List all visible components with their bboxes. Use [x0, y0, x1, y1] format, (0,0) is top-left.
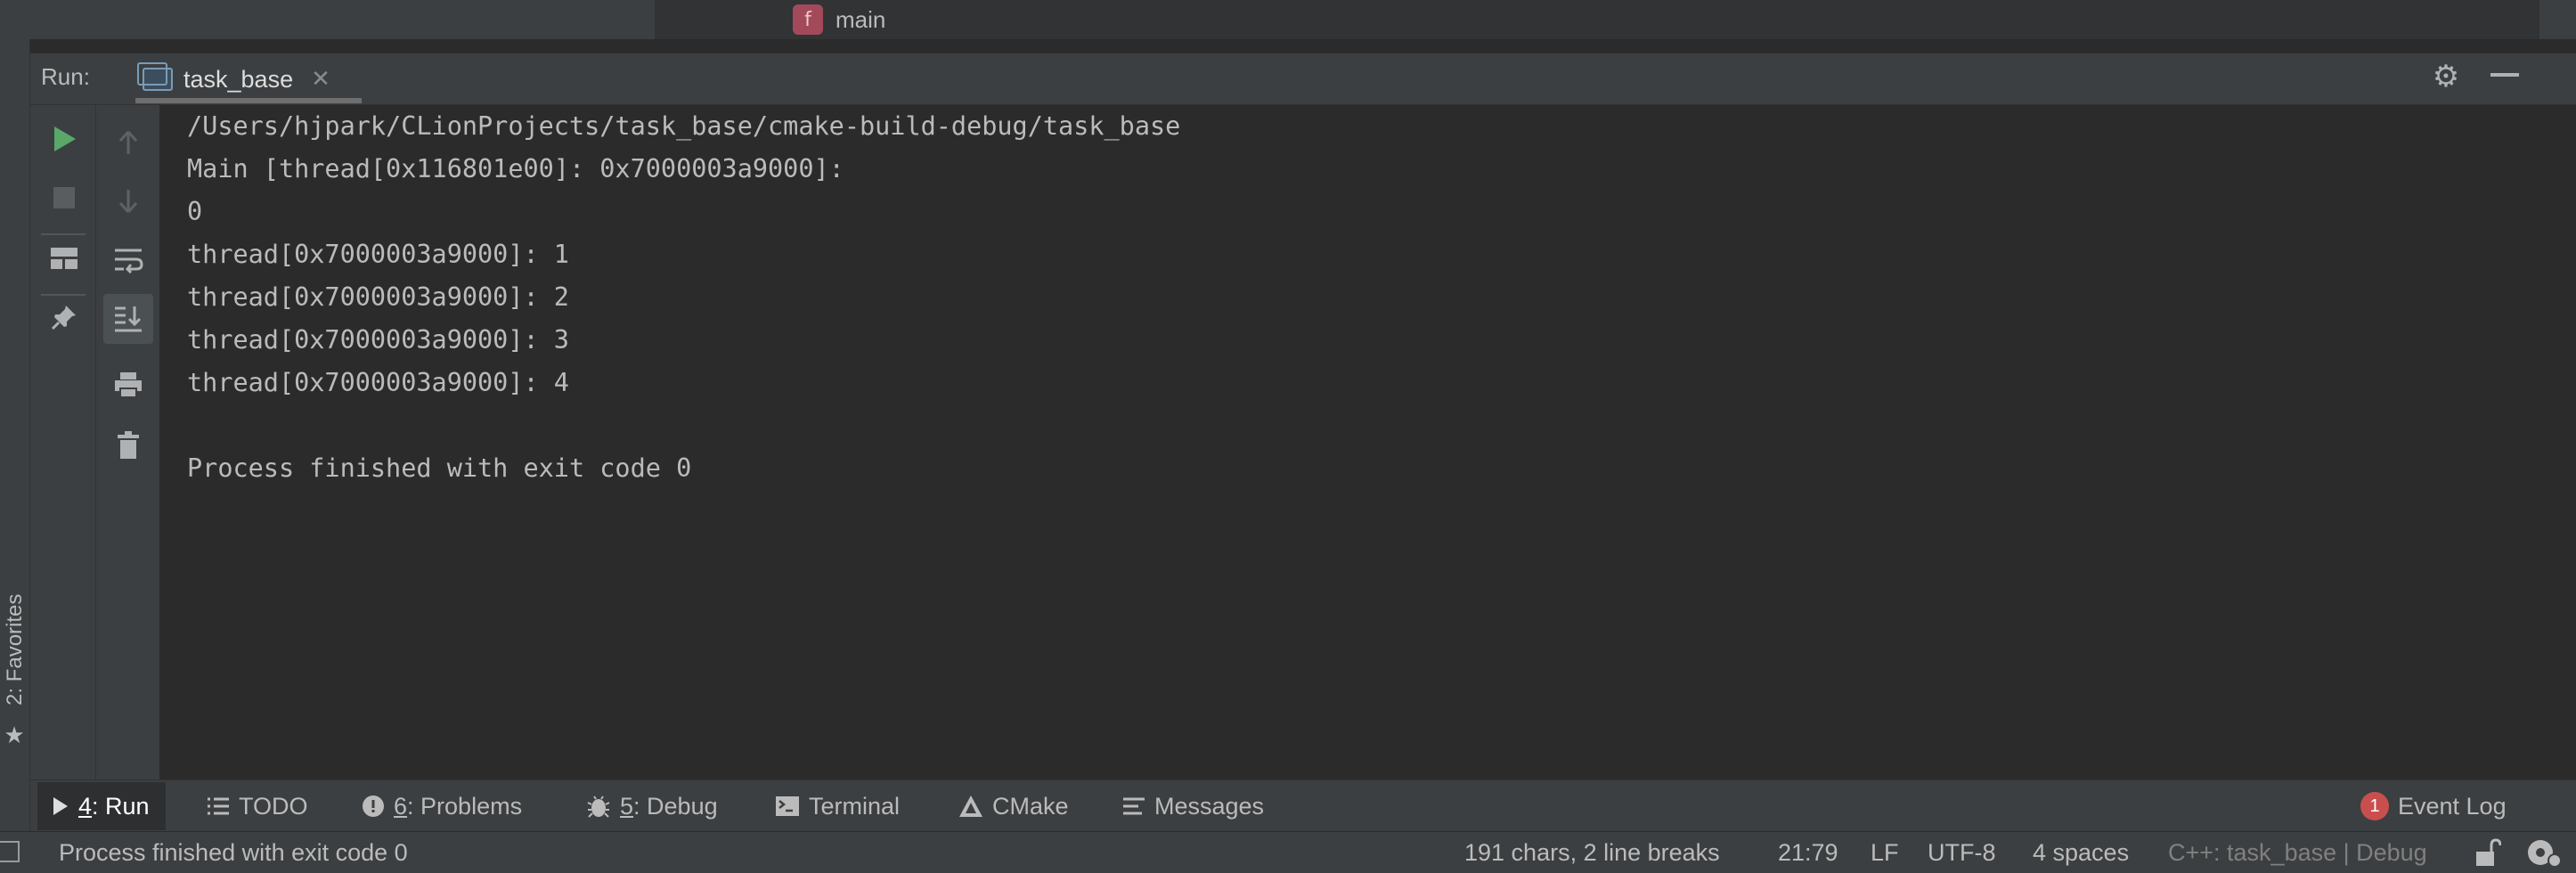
toolbar-separator: [41, 233, 86, 235]
function-icon: f: [793, 4, 823, 35]
run-actions-toolbar: [30, 105, 96, 779]
tab-event-log-label: Event Log: [2398, 792, 2507, 820]
messages-icon: [1123, 797, 1145, 815]
tab-run[interactable]: 4: Run: [37, 782, 166, 830]
tab-todo[interactable]: TODO: [207, 782, 308, 830]
tab-todo-label: TODO: [239, 792, 308, 820]
layout-button[interactable]: [45, 239, 84, 278]
status-caret-position[interactable]: 21:79: [1778, 832, 1838, 873]
tool-windows-toggle-icon[interactable]: [0, 841, 20, 862]
up-arrow-icon: [118, 130, 138, 154]
console-line-exit: Process finished with exit code 0: [187, 453, 692, 483]
scroll-to-end-button[interactable]: [103, 294, 153, 344]
favorites-tool-button[interactable]: 2: Favorites: [0, 594, 30, 706]
pin-tab-button[interactable]: [45, 298, 84, 337]
breadcrumb-function-label: main: [836, 5, 886, 33]
previous-occurrence-button[interactable]: [109, 123, 148, 162]
editor-right-pane-strip: [656, 0, 2539, 39]
editor-left-pane-strip: [0, 0, 656, 39]
stop-button[interactable]: [45, 178, 84, 217]
tab-messages-label: Messages: [1154, 792, 1265, 820]
pin-icon: [51, 306, 76, 330]
console-line: /Users/hjpark/CLionProjects/task_base/cm…: [187, 111, 1181, 141]
inspector-icon[interactable]: [2526, 837, 2562, 868]
stop-icon: [53, 187, 75, 208]
toolbar-separator: [41, 294, 86, 296]
console-line: 0: [187, 197, 203, 226]
bug-icon: [587, 795, 610, 818]
left-tool-strip: [0, 39, 30, 836]
scroll-to-end-icon: [115, 306, 142, 332]
event-log-count-badge: 1: [2360, 792, 2389, 820]
rerun-button[interactable]: [45, 119, 84, 159]
tab-debug-label: : Debug: [633, 792, 718, 820]
console-line: thread[0x7000003a9000]: 2: [187, 282, 569, 312]
info-icon: [363, 795, 384, 817]
run-icon: [54, 126, 76, 151]
terminal-icon: [776, 796, 799, 816]
console-line: thread[0x7000003a9000]: 3: [187, 325, 569, 355]
print-icon: [115, 372, 142, 398]
console-actions-toolbar: [96, 105, 160, 779]
tab-messages[interactable]: Messages: [1122, 782, 1264, 830]
print-button[interactable]: [109, 365, 148, 404]
tab-cmake-label: CMake: [992, 792, 1069, 820]
run-tab-label: task_base: [183, 65, 294, 93]
tab-terminal-label: Terminal: [809, 792, 901, 820]
run-tab-task-base[interactable]: task_base ✕: [132, 55, 362, 103]
tab-terminal[interactable]: Terminal: [775, 782, 900, 830]
console-line: thread[0x7000003a9000]: 1: [187, 240, 569, 269]
tab-debug[interactable]: 5: Debug: [586, 782, 718, 830]
list-icon: [208, 797, 229, 815]
tab-run-label: : Run: [92, 792, 150, 820]
close-icon[interactable]: ✕: [311, 66, 330, 93]
trash-icon: [118, 431, 139, 459]
breadcrumb-function[interactable]: f main: [793, 4, 885, 36]
status-context[interactable]: C++: task_base | Debug: [2168, 832, 2427, 873]
layout-icon: [51, 248, 77, 269]
gear-icon[interactable]: ⚙: [2428, 59, 2464, 94]
console-icon: [137, 62, 173, 91]
tab-cmake[interactable]: CMake: [958, 782, 1069, 830]
cmake-icon: [959, 795, 982, 817]
play-icon: [53, 797, 68, 815]
console-line: Main [thread[0x116801e00]: 0x7000003a900…: [187, 154, 844, 184]
clear-all-button[interactable]: [109, 426, 148, 465]
run-window-header: [30, 53, 2576, 105]
soft-wrap-icon: [115, 249, 143, 273]
tab-run-number: 4: [78, 792, 93, 820]
active-tab-indicator: [135, 98, 362, 103]
star-icon: ★: [4, 722, 25, 749]
next-occurrence-button[interactable]: [109, 182, 148, 221]
status-encoding[interactable]: UTF-8: [1928, 832, 1996, 873]
editor-scroll-edge: [2539, 0, 2576, 39]
tab-event-log[interactable]: 1 Event Log: [2360, 782, 2507, 830]
tab-problems-number: 6: [394, 792, 408, 820]
status-selection-info: 191 chars, 2 line breaks: [1464, 838, 1720, 866]
lock-icon[interactable]: [2474, 837, 2502, 868]
tab-problems[interactable]: 6: Problems: [362, 782, 522, 830]
console-line: thread[0x7000003a9000]: 4: [187, 368, 569, 397]
status-message[interactable]: Process finished with exit code 0: [59, 832, 408, 873]
soft-wrap-button[interactable]: [109, 241, 148, 280]
run-window-label: Run:: [41, 62, 90, 90]
tab-problems-label: : Problems: [407, 792, 523, 820]
console-output[interactable]: [160, 105, 2576, 779]
minimize-icon[interactable]: [2490, 73, 2519, 77]
tab-debug-number: 5: [620, 792, 634, 820]
down-arrow-icon: [118, 190, 138, 214]
status-line-separator[interactable]: LF: [1871, 832, 1899, 873]
status-indent[interactable]: 4 spaces: [2033, 832, 2129, 873]
